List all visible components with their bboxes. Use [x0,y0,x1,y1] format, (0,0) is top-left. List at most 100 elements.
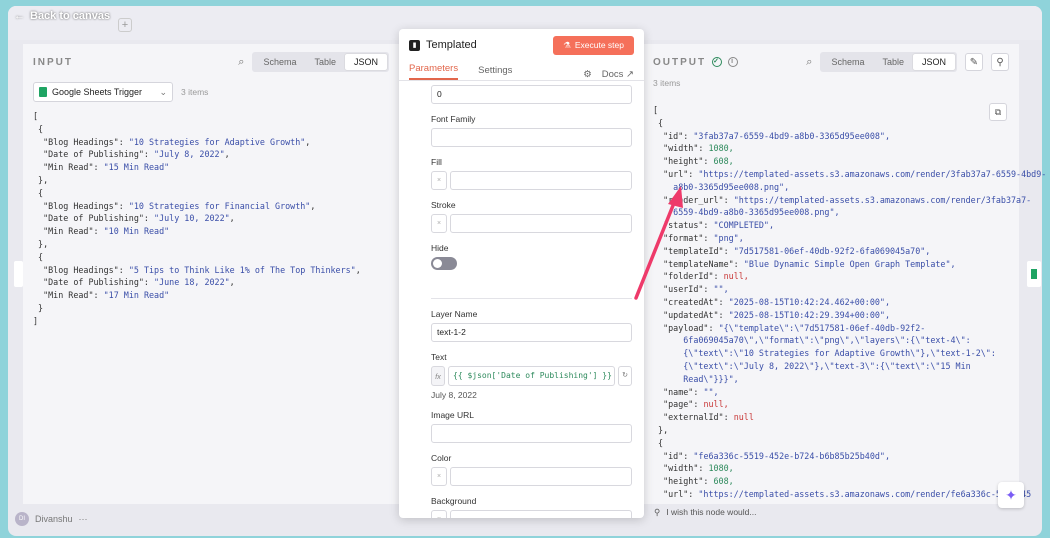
background-swatch[interactable]: × [431,510,447,518]
ai-assistant-button[interactable]: ✦ [998,482,1024,508]
json-key: "Blog Headings": [43,264,129,275]
json-line: "status": "COMPLETED", [653,219,1009,232]
json-line: "Blog Headings": "5 Tips to Think Like 1… [33,264,389,277]
json-value: 6559-4bd9-a8b0-3365d95ee008.png", [673,207,840,218]
back-to-canvas-link[interactable]: ← Back to canvas [14,10,110,22]
json-key: "externalId": [663,412,734,423]
json-value: 6fa069045a70\",\"format\":\"png\",\"laye… [683,335,971,346]
json-value: null, [723,271,749,282]
left-edge-handle[interactable] [14,261,23,287]
json-line: "Date of Publishing": "June 18, 2022", [33,276,389,289]
json-key: "height": [663,156,714,167]
json-line: { [33,187,389,200]
json-value: "3fab37a7-6559-4bd9-a8b0-3365d95ee008", [693,130,891,141]
pin-output-button[interactable]: ⚲ [991,53,1009,71]
output-title: OUTPUT [653,56,707,68]
json-line: "name": "", [653,386,1009,399]
stroke-swatch[interactable]: × [431,214,447,233]
tab-json[interactable]: JSON [912,54,955,70]
json-value: "July 8, 2022" [154,149,225,160]
edit-output-button[interactable]: ✎ [965,53,983,71]
json-line: }, [33,238,389,251]
json-key: "Min Read": [43,290,104,301]
numeric-field[interactable]: 0 [431,85,632,104]
input-source-select[interactable]: Google Sheets Trigger ⌄ [33,82,173,102]
json-key: [ [33,111,39,121]
fill-field[interactable] [450,171,632,190]
background-field[interactable] [450,510,632,518]
json-value: a8b0-3365d95ee008.png", [673,181,790,192]
expression-expand-button[interactable]: ↻ [618,366,632,386]
json-key: { [38,123,44,134]
input-panel-header: INPUT ⌕ Schema Table JSON [23,44,399,80]
tab-settings[interactable]: Settings [478,65,512,80]
json-line: "format": "png", [653,232,1009,245]
docs-link[interactable]: Docs ↗ [602,69,634,80]
tab-table[interactable]: Table [305,54,345,70]
tab-json[interactable]: JSON [344,54,387,70]
json-key: "Min Read": [43,226,104,237]
arrow-left-icon: ← [14,10,25,22]
json-line: "folderId": null, [653,270,1009,283]
tab-table[interactable]: Table [873,54,913,70]
json-value: "10 Min Read" [103,226,170,237]
json-key: "Blog Headings": [43,200,129,211]
search-icon[interactable]: ⌕ [238,56,244,69]
color-swatch[interactable]: × [431,467,447,486]
json-line: "url": "https://templated-assets.s3.amaz… [653,488,1031,501]
font-family-field[interactable] [431,128,632,147]
stroke-field[interactable] [450,214,632,233]
json-key: "render_url": [663,194,734,205]
json-value: "June 18, 2022" [154,277,230,288]
color-field[interactable] [450,467,632,486]
tab-parameters[interactable]: Parameters [409,63,459,80]
json-key: "Date of Publishing": [43,213,155,224]
search-icon[interactable]: ⌕ [806,56,812,69]
image-url-field[interactable] [431,424,632,443]
json-line: "Min Read": "17 Min Read" [33,289,389,302]
external-link-icon: ↗ [626,69,634,80]
feedback-text: I wish this node would... [666,507,757,517]
json-value: "https://templated-assets.s3.amazonaws.c… [698,488,1032,499]
json-key: "folderId": [663,271,724,282]
section-divider [431,298,632,299]
right-edge-handle[interactable] [1027,261,1041,287]
hide-toggle[interactable] [431,257,457,270]
json-line: ] [33,315,389,328]
tab-schema[interactable]: Schema [254,54,305,70]
json-value: "", [713,284,729,295]
json-line: { [653,437,1009,450]
back-to-canvas-label: Back to canvas [30,10,111,22]
gear-icon[interactable]: ⚙ [583,69,592,80]
json-key: , [229,213,235,224]
fx-icon: fx [431,366,445,386]
json-line: 6fa069045a70\",\"format\":\"png\",\"laye… [653,334,1009,347]
feedback-bar[interactable]: ⚲ I wish this node would... [643,505,1020,519]
hide-label: Hide [431,243,449,253]
info-icon[interactable]: i [728,57,739,67]
text-expression-field[interactable]: {{ $json['Date of Publishing'] }} [448,366,615,386]
json-value: "Blue Dynamic Simple Open Graph Template… [743,258,956,269]
json-key: }, [658,424,669,435]
pin-icon: ⚲ [996,56,1004,68]
fill-swatch[interactable]: × [431,171,447,190]
output-json-view: [ { "id": "3fab37a7-6559-4bd9-a8b0-3365d… [643,104,1046,501]
json-line: "width": 1080, [653,462,1009,475]
input-item-count: 3 items [181,87,209,97]
json-value: {\"text\":\"10 Strategies for Adaptive G… [683,348,996,359]
json-line: "render_url": "https://templated-assets.… [653,194,1031,207]
tab-schema[interactable]: Schema [822,54,873,70]
json-value: 1080, [708,463,734,474]
json-key: }, [38,174,49,185]
layer-name-field[interactable]: text-1-2 [431,323,632,342]
json-line: "Date of Publishing": "July 8, 2022", [33,148,389,161]
json-value: 608, [713,476,734,487]
fill-label: Fill [431,157,442,167]
execute-step-button[interactable]: ⚗ Execute step [553,35,634,55]
add-tab-button[interactable]: + [118,18,132,32]
json-value: "COMPLETED", [713,220,775,231]
json-line: 6559-4bd9-a8b0-3365d95ee008.png", [653,206,1009,219]
json-key: , [305,136,311,147]
user-profile[interactable]: DI Divanshu ··· [15,512,88,526]
docs-label: Docs [601,69,624,80]
